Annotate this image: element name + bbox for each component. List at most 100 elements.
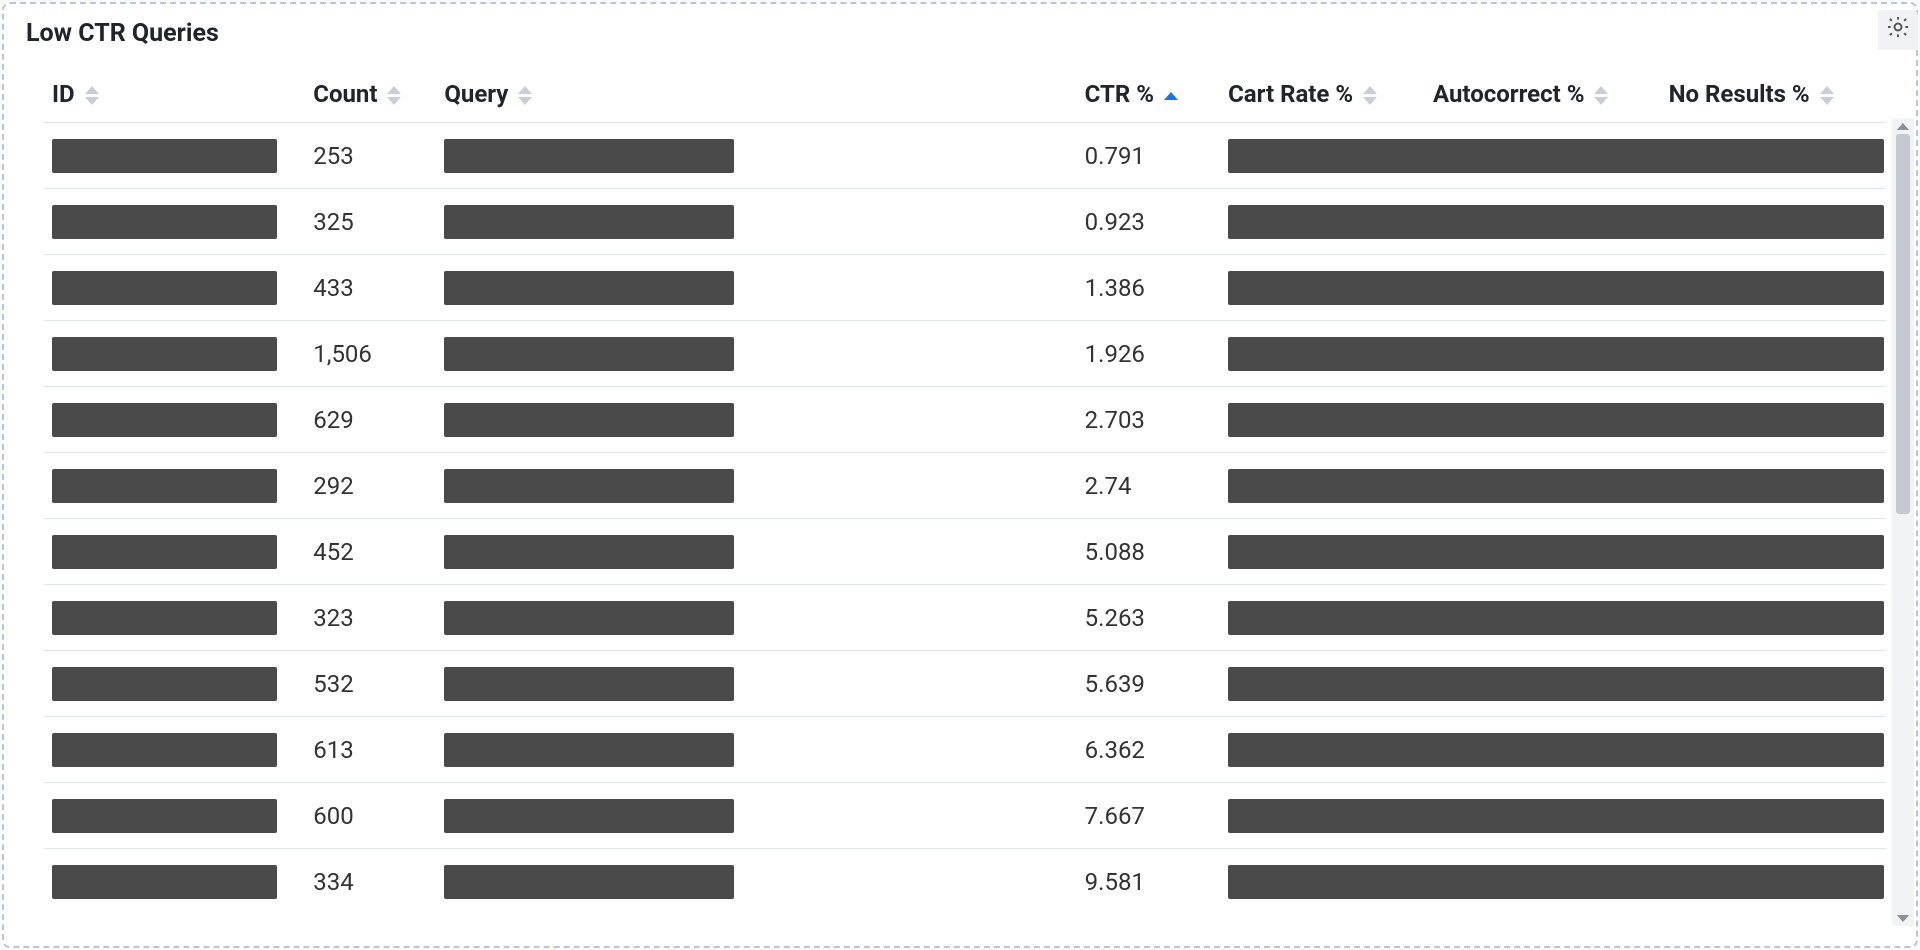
cell-ctr: 2.74 xyxy=(1077,453,1220,519)
cell-count: 433 xyxy=(305,255,436,321)
gear-icon xyxy=(1885,14,1911,46)
redacted-block xyxy=(1228,601,1884,635)
cell-ctr: 7.667 xyxy=(1077,783,1220,849)
table-row[interactable]: 5325.639 xyxy=(44,651,1886,717)
table-row[interactable]: 600 7.667 xyxy=(44,783,1886,849)
cell-id xyxy=(44,189,305,255)
panel-title: Low CTR Queries xyxy=(26,19,219,48)
cell-count: 1,506 xyxy=(305,321,436,387)
redacted-block xyxy=(52,205,277,239)
low-ctr-queries-panel: Low CTR Queries xyxy=(2,2,1918,948)
col-header-query[interactable]: Query xyxy=(436,68,1076,123)
col-label: Cart Rate % xyxy=(1228,80,1353,108)
cell-ctr: 5.639 xyxy=(1077,651,1220,717)
cell-id xyxy=(44,255,305,321)
sort-icon xyxy=(518,86,532,105)
col-header-ctr[interactable]: CTR % xyxy=(1077,68,1220,123)
sort-asc-active-icon xyxy=(1164,92,1178,100)
redacted-block xyxy=(444,337,734,371)
vertical-scrollbar[interactable] xyxy=(1892,118,1914,926)
redacted-block xyxy=(52,403,277,437)
cell-count: 292 xyxy=(305,453,436,519)
cell-query xyxy=(436,189,1076,255)
scroll-down-arrow-icon[interactable] xyxy=(1892,910,1914,926)
sort-icon xyxy=(1594,86,1608,105)
col-label: Query xyxy=(444,80,508,108)
table-row[interactable]: 3250.923 xyxy=(44,189,1886,255)
col-label: Autocorrect % xyxy=(1433,80,1585,108)
cell-query xyxy=(436,123,1076,189)
redacted-block xyxy=(444,271,734,305)
cell-id xyxy=(44,651,305,717)
cell-count: 325 xyxy=(305,189,436,255)
cell-count: 629 xyxy=(305,387,436,453)
col-label: ID xyxy=(52,80,75,108)
col-label: Count xyxy=(313,80,377,108)
cell-id xyxy=(44,783,305,849)
cell-ctr: 5.088 xyxy=(1077,519,1220,585)
scrollbar-thumb[interactable] xyxy=(1896,134,1910,514)
table-row[interactable]: 433 1.386 xyxy=(44,255,1886,321)
redacted-block xyxy=(52,865,277,899)
table-row[interactable]: 292 2.74 xyxy=(44,453,1886,519)
table-row[interactable]: 1,506 1.926 xyxy=(44,321,1886,387)
cell-id xyxy=(44,849,305,915)
cell-cart-auto-nores xyxy=(1220,783,1886,849)
redacted-block xyxy=(52,271,277,305)
redacted-block xyxy=(1228,139,1884,173)
redacted-block xyxy=(444,799,734,833)
redacted-block xyxy=(444,667,734,701)
redacted-block xyxy=(1228,403,1884,437)
col-header-autocorrect[interactable]: Autocorrect % xyxy=(1425,68,1661,123)
cell-ctr: 0.791 xyxy=(1077,123,1220,189)
cell-cart-auto-nores xyxy=(1220,189,1886,255)
cell-ctr: 1.386 xyxy=(1077,255,1220,321)
redacted-block xyxy=(1228,799,1884,833)
cell-cart-auto-nores xyxy=(1220,849,1886,915)
cell-id xyxy=(44,519,305,585)
cell-cart-auto-nores xyxy=(1220,585,1886,651)
cell-id xyxy=(44,717,305,783)
cell-count: 613 xyxy=(305,717,436,783)
redacted-block xyxy=(444,601,734,635)
redacted-block xyxy=(52,337,277,371)
cell-ctr: 2.703 xyxy=(1077,387,1220,453)
cell-query xyxy=(436,651,1076,717)
cell-cart-auto-nores xyxy=(1220,453,1886,519)
col-header-no-results[interactable]: No Results % xyxy=(1661,68,1886,123)
redacted-block xyxy=(52,667,277,701)
redacted-block xyxy=(1228,271,1884,305)
redacted-block xyxy=(52,733,277,767)
redacted-block xyxy=(1228,733,1884,767)
redacted-block xyxy=(1228,205,1884,239)
cell-ctr: 6.362 xyxy=(1077,717,1220,783)
table-row[interactable]: 613 6.362 xyxy=(44,717,1886,783)
redacted-block xyxy=(52,469,277,503)
table-row[interactable]: 253 0.791 xyxy=(44,123,1886,189)
sort-icon xyxy=(1820,86,1834,105)
table-row[interactable]: 3349.581 xyxy=(44,849,1886,915)
table-row[interactable]: 629 2.703 xyxy=(44,387,1886,453)
cell-id xyxy=(44,585,305,651)
cell-cart-auto-nores xyxy=(1220,387,1886,453)
cell-id xyxy=(44,387,305,453)
redacted-block xyxy=(444,733,734,767)
cell-query xyxy=(436,585,1076,651)
cell-ctr: 9.581 xyxy=(1077,849,1220,915)
cell-query xyxy=(436,783,1076,849)
col-header-id[interactable]: ID xyxy=(44,68,305,123)
queries-table: ID Count Query xyxy=(44,68,1886,915)
table-row[interactable]: 3235.263 xyxy=(44,585,1886,651)
redacted-block xyxy=(1228,535,1884,569)
cell-count: 600 xyxy=(305,783,436,849)
cell-ctr: 1.926 xyxy=(1077,321,1220,387)
col-header-cart-rate[interactable]: Cart Rate % xyxy=(1220,68,1425,123)
cell-id xyxy=(44,453,305,519)
scroll-up-arrow-icon[interactable] xyxy=(1892,118,1914,134)
panel-settings-button[interactable] xyxy=(1878,10,1918,50)
col-header-count[interactable]: Count xyxy=(305,68,436,123)
table-row[interactable]: 452 5.088 xyxy=(44,519,1886,585)
cell-count: 253 xyxy=(305,123,436,189)
sort-icon xyxy=(1363,86,1377,105)
cell-count: 452 xyxy=(305,519,436,585)
